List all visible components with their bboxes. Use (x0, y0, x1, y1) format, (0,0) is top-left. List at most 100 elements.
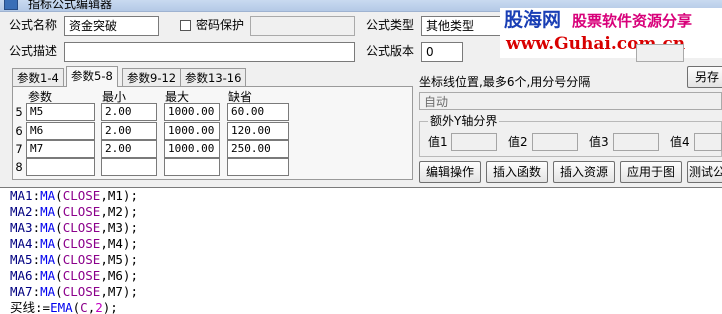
code-token: : (32, 188, 41, 203)
param-max-cell[interactable] (164, 158, 220, 176)
code-token: MA (40, 188, 56, 203)
formula-name-label: 公式名称 (9, 18, 58, 32)
param-tabs: 参数1-4 参数5-8 参数9-12 参数13-16 (12, 66, 252, 87)
tab-params-9-12[interactable]: 参数9-12 (122, 68, 182, 86)
param-min-cell[interactable]: 2.00 (101, 140, 157, 158)
formula-desc-input[interactable] (64, 42, 355, 62)
code-token: ( (55, 204, 63, 219)
code-token: C (80, 300, 88, 314)
code-token: EMA (50, 300, 73, 314)
param-name-cell[interactable]: M7 (26, 140, 95, 158)
extra-y-value4-input[interactable] (694, 133, 722, 151)
extra-y-value2-label: 值2 (508, 135, 528, 149)
code-token: : (32, 204, 41, 219)
tab-params-1-4[interactable]: 参数1-4 (12, 68, 64, 86)
code-token: ( (55, 236, 63, 251)
code-line: MA2:MA(CLOSE,M2); (0, 204, 722, 220)
code-token: MA (40, 252, 56, 267)
save-as-button[interactable]: 另存 (687, 66, 722, 88)
insert-resource-button[interactable]: 插入资源 (553, 161, 615, 183)
code-editor[interactable]: MA1:MA(CLOSE,M1); MA2:MA(CLOSE,M2); MA3:… (0, 187, 722, 314)
watermark-brand: 股海网 (504, 9, 562, 31)
param-name-cell[interactable] (26, 158, 95, 176)
code-token: : (32, 236, 41, 251)
extra-y-value3-input[interactable] (613, 133, 659, 151)
code-token: ( (55, 252, 63, 267)
code-token: 2 (95, 300, 103, 314)
code-token: ,M2); (100, 204, 138, 219)
code-token: ,M4); (100, 236, 138, 251)
code-token: MA3 (10, 220, 33, 235)
code-token: MA4 (10, 236, 33, 251)
code-token: MA6 (10, 268, 33, 283)
code-token: ); (102, 300, 118, 314)
edit-operations-button[interactable]: 编辑操作 (419, 161, 481, 183)
code-token: MA (40, 268, 56, 283)
param-default-cell[interactable]: 120.00 (227, 122, 289, 140)
tab-params-5-8[interactable]: 参数5-8 (66, 66, 118, 87)
code-token: 买线:= (10, 300, 51, 314)
param-name-cell[interactable]: M5 (26, 103, 95, 121)
password-checkbox[interactable] (180, 20, 191, 31)
formula-type-select[interactable]: 其他类型 (421, 16, 503, 36)
code-token: MA7 (10, 284, 33, 299)
code-token: CLOSE (62, 284, 101, 299)
code-token: ( (55, 188, 63, 203)
code-token: ,M1); (100, 188, 138, 203)
code-token: CLOSE (62, 268, 101, 283)
extra-select[interactable] (636, 44, 684, 62)
param-name-cell[interactable]: M6 (26, 122, 95, 140)
password-label: 密码保护 (196, 18, 245, 32)
tab-params-13-16[interactable]: 参数13-16 (180, 68, 247, 86)
param-row-number: 8 (15, 160, 23, 174)
code-line: MA5:MA(CLOSE,M5); (0, 252, 722, 268)
extra-y-value3-label: 值3 (589, 135, 609, 149)
extra-y-value2-input[interactable] (532, 133, 578, 151)
param-max-cell[interactable]: 1000.00 (164, 103, 220, 121)
code-token: CLOSE (62, 204, 101, 219)
param-default-cell[interactable]: 60.00 (227, 103, 289, 121)
param-default-cell[interactable]: 250.00 (227, 140, 289, 158)
test-formula-button[interactable]: 测试公 (687, 161, 722, 183)
formula-version-label: 公式版本 (366, 44, 415, 58)
axis-position-input[interactable]: 自动 (419, 92, 722, 110)
param-row-number: 6 (15, 124, 23, 138)
apply-to-chart-button[interactable]: 应用于图 (620, 161, 682, 183)
param-min-cell[interactable] (101, 158, 157, 176)
extra-y-value1-input[interactable] (451, 133, 497, 151)
formula-version-input[interactable]: 0 (421, 42, 463, 62)
code-token: : (32, 268, 41, 283)
formula-type-label: 公式类型 (366, 18, 415, 32)
watermark-banner: 股海网 股票软件资源分享 www.Guhai.com.cn (500, 8, 722, 58)
code-token: MA2 (10, 204, 33, 219)
extra-y-value4-label: 值4 (670, 135, 690, 149)
code-token: CLOSE (62, 220, 101, 235)
code-token: ( (55, 220, 63, 235)
param-max-cell[interactable]: 1000.00 (164, 122, 220, 140)
code-token: CLOSE (62, 188, 101, 203)
code-token: : (32, 220, 41, 235)
param-max-cell[interactable]: 1000.00 (164, 140, 220, 158)
param-row-number: 7 (15, 142, 23, 156)
code-token: MA (40, 284, 56, 299)
extra-y-legend: 额外Y轴分界 (428, 114, 500, 128)
code-line: MA1:MA(CLOSE,M1); (0, 188, 722, 204)
code-token: ,M7); (100, 284, 138, 299)
formula-name-input[interactable]: 资金突破 (64, 16, 159, 36)
window-title: 指标公式编辑器 (28, 0, 113, 11)
code-token: : (32, 252, 41, 267)
app-icon (4, 0, 18, 10)
param-min-cell[interactable]: 2.00 (101, 122, 157, 140)
code-token: ( (55, 268, 63, 283)
code-token: MA5 (10, 252, 33, 267)
code-line: MA4:MA(CLOSE,M4); (0, 236, 722, 252)
insert-function-button[interactable]: 插入函数 (486, 161, 548, 183)
code-token: MA (40, 236, 56, 251)
param-min-cell[interactable]: 2.00 (101, 103, 157, 121)
code-line: MA7:MA(CLOSE,M7); (0, 284, 722, 300)
param-default-cell[interactable] (227, 158, 289, 176)
axis-position-label: 坐标线位置,最多6个,用分号分隔 (419, 75, 591, 89)
password-input[interactable] (250, 16, 355, 36)
code-token: MA (40, 220, 56, 235)
code-token: ,M6); (100, 268, 138, 283)
